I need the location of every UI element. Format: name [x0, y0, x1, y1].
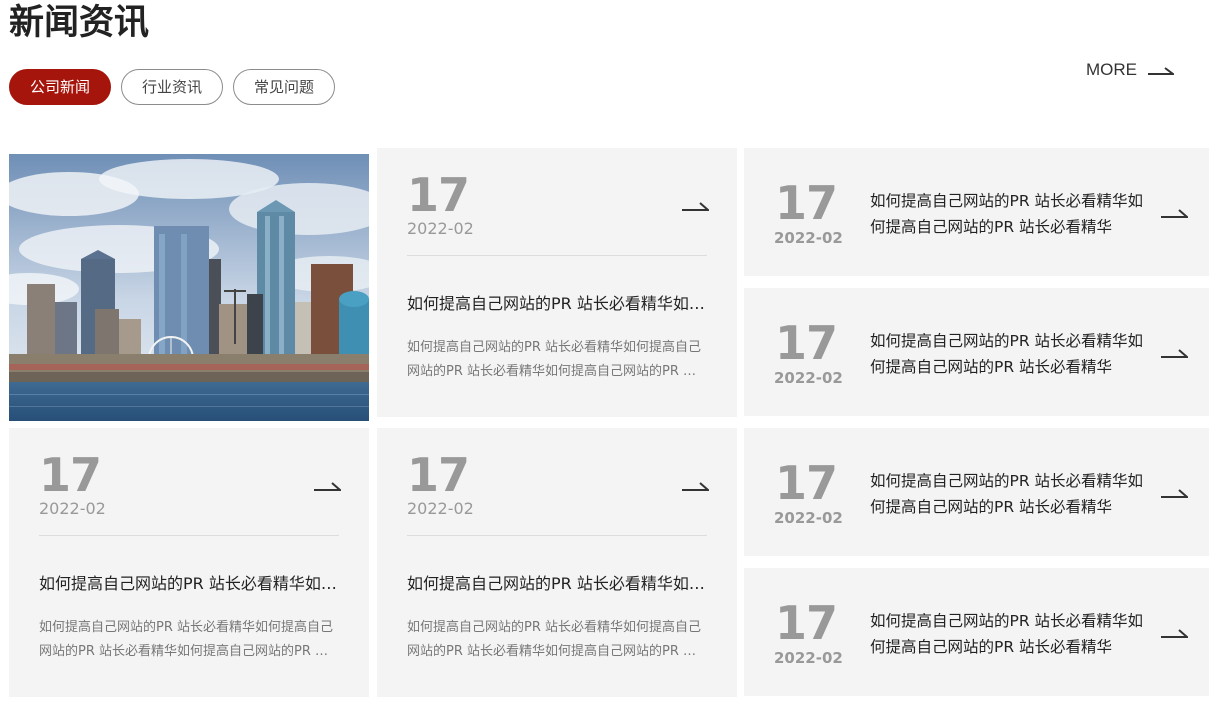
- more-label: MORE: [1086, 60, 1137, 79]
- news-year-month: 2022-02: [774, 649, 843, 667]
- arrow-right-icon: [1161, 209, 1188, 218]
- arrow-right-icon: [314, 482, 341, 491]
- news-tabs: 公司新闻 行业资讯 常见问题: [9, 69, 336, 105]
- arrow-right-icon: [682, 202, 709, 211]
- arrow-right-icon: [1148, 67, 1174, 75]
- tab-faq[interactable]: 常见问题: [233, 69, 336, 105]
- divider: [407, 255, 707, 256]
- news-summary: 如何提高自己网站的PR 站长必看精华如何提高自己网站的PR 站长必看精华如何提高…: [39, 620, 334, 659]
- news-card[interactable]: 17 2022-02 如何提高自己网站的PR 站长必看精华如何提高自己网站的PR…: [377, 148, 737, 417]
- news-headline[interactable]: 如何提高自己网站的PR 站长必看精华如何提高自己网站的PR 站长必看精华: [39, 573, 339, 595]
- arrow-right-icon: [682, 482, 709, 491]
- feature-image[interactable]: [9, 154, 369, 421]
- arrow-right-icon: [1161, 629, 1188, 638]
- news-year-month: 2022-02: [39, 499, 106, 518]
- news-summary: 如何提高自己网站的PR 站长必看精华如何提高自己网站的PR 站长必看精华如何提高…: [407, 620, 702, 659]
- news-card-compact[interactable]: 17 2022-02 如何提高自己网站的PR 站长必看精华如何提高自己网站的PR…: [744, 428, 1209, 556]
- news-year-month: 2022-02: [774, 229, 843, 247]
- news-year-month: 2022-02: [407, 219, 474, 238]
- news-headline[interactable]: 如何提高自己网站的PR 站长必看精华如何提高自己网站的PR 站长必看精华: [870, 608, 1154, 660]
- divider: [39, 535, 339, 536]
- more-link[interactable]: MORE: [1086, 60, 1174, 80]
- news-headline[interactable]: 如何提高自己网站的PR 站长必看精华如何提高自己网站的PR 站长必看精华: [870, 468, 1154, 520]
- news-day: 17: [39, 448, 102, 502]
- tab-industry-news[interactable]: 行业资讯: [121, 69, 224, 105]
- section-title: 新闻资讯: [9, 3, 150, 43]
- news-year-month: 2022-02: [774, 369, 843, 387]
- city-skyline-photo: [9, 154, 369, 421]
- news-headline[interactable]: 如何提高自己网站的PR 站长必看精华如何提高自己网站的PR 站长必看精华: [870, 188, 1154, 240]
- tab-company-news[interactable]: 公司新闻: [9, 69, 112, 105]
- news-card[interactable]: 17 2022-02 如何提高自己网站的PR 站长必看精华如何提高自己网站的PR…: [377, 428, 737, 697]
- news-day: 17: [775, 316, 838, 370]
- news-summary: 如何提高自己网站的PR 站长必看精华如何提高自己网站的PR 站长必看精华如何提高…: [407, 340, 702, 379]
- news-card-compact[interactable]: 17 2022-02 如何提高自己网站的PR 站长必看精华如何提高自己网站的PR…: [744, 288, 1209, 416]
- news-day: 17: [407, 168, 470, 222]
- news-day: 17: [407, 448, 470, 502]
- news-year-month: 2022-02: [774, 509, 843, 527]
- news-card-compact[interactable]: 17 2022-02 如何提高自己网站的PR 站长必看精华如何提高自己网站的PR…: [744, 568, 1209, 696]
- news-year-month: 2022-02: [407, 499, 474, 518]
- news-card[interactable]: 17 2022-02 如何提高自己网站的PR 站长必看精华如何提高自己网站的PR…: [9, 428, 369, 697]
- news-day: 17: [775, 596, 838, 650]
- news-day: 17: [775, 176, 838, 230]
- arrow-right-icon: [1161, 349, 1188, 358]
- news-card-compact[interactable]: 17 2022-02 如何提高自己网站的PR 站长必看精华如何提高自己网站的PR…: [744, 148, 1209, 276]
- news-headline[interactable]: 如何提高自己网站的PR 站长必看精华如何提高自己网站的PR 站长必看精华: [870, 328, 1154, 380]
- news-day: 17: [775, 456, 838, 510]
- news-headline[interactable]: 如何提高自己网站的PR 站长必看精华如何提高自己网站的PR 站长必看精华: [407, 293, 707, 315]
- divider: [407, 535, 707, 536]
- arrow-right-icon: [1161, 489, 1188, 498]
- news-headline[interactable]: 如何提高自己网站的PR 站长必看精华如何提高自己网站的PR 站长必看精华: [407, 573, 707, 595]
